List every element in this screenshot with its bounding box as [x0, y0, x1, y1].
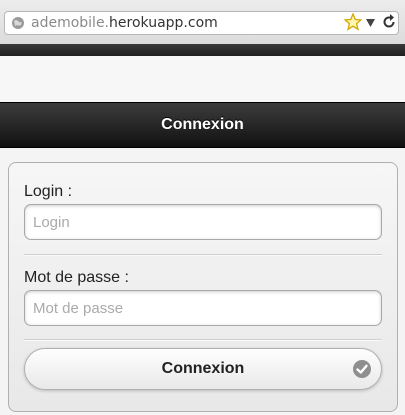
address-bar[interactable]: ademobile.herokuapp.com — [4, 11, 399, 35]
password-input[interactable] — [24, 290, 382, 326]
page-title: Connexion — [161, 116, 244, 133]
login-submit-button[interactable]: Connexion — [24, 348, 382, 390]
divider — [24, 254, 382, 256]
page-header: Connexion — [0, 102, 405, 148]
reload-icon[interactable] — [381, 14, 397, 30]
check-circle-icon — [353, 360, 371, 378]
login-input[interactable] — [24, 204, 382, 240]
login-form: Login : Mot de passe : Connexion — [8, 162, 398, 412]
browser-toolbar: ademobile.herokuapp.com — [0, 0, 405, 45]
login-label: Login : — [24, 183, 73, 200]
star-icon[interactable] — [344, 13, 362, 31]
page-spacer — [0, 56, 405, 102]
chevron-down-icon[interactable] — [366, 19, 375, 27]
url-domain-prefix: ademobile. — [31, 15, 110, 31]
password-label: Mot de passe : — [24, 269, 129, 286]
url-domain-main: herokuapp.com — [109, 15, 218, 31]
page-top-strip — [0, 44, 405, 56]
url-text[interactable]: ademobile.herokuapp.com — [31, 15, 218, 31]
submit-button-label: Connexion — [161, 360, 245, 377]
divider — [24, 339, 382, 341]
globe-icon — [12, 17, 24, 29]
